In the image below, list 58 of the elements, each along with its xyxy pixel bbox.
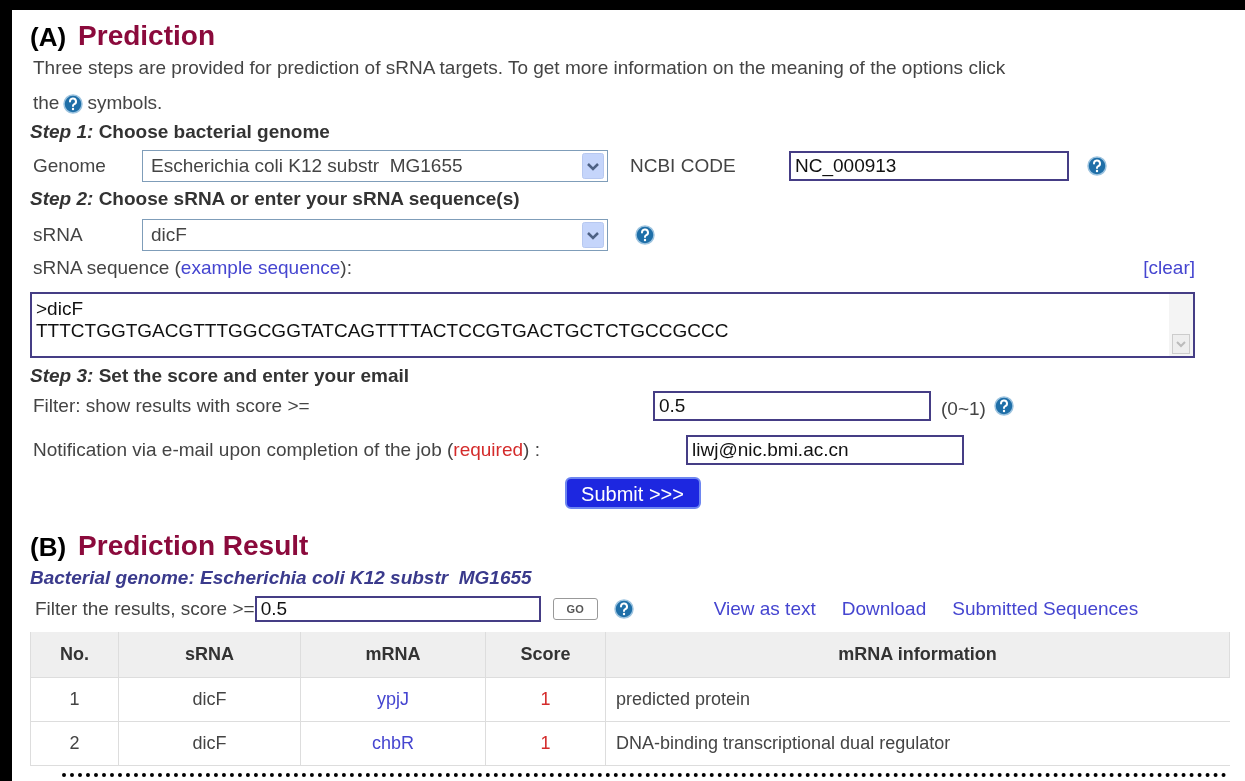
intro-text: Three steps are provided for prediction of sRNA targets. To get more information on the meaning of the options click xyxy=(33,56,1006,81)
column-header: sRNA xyxy=(119,632,301,677)
srna-label: sRNA xyxy=(32,222,84,247)
required-text: required xyxy=(453,437,524,462)
section-title: Prediction xyxy=(78,22,215,50)
ncbi-code-field[interactable]: NC_000913 xyxy=(789,151,1069,181)
help-icon[interactable] xyxy=(635,225,655,245)
help-icon[interactable] xyxy=(1087,156,1107,176)
range-hint: (0~1) xyxy=(941,396,986,421)
email-field[interactable]: liwj@nic.bmi.ac.cn xyxy=(686,435,964,465)
table-cell: 1 xyxy=(486,678,606,721)
intro-text: the xyxy=(33,91,60,116)
intro-text: symbols. xyxy=(87,91,163,116)
table-cell: 1 xyxy=(31,678,119,721)
mrna-link[interactable]: chbR xyxy=(372,730,414,757)
result-link[interactable]: View as text xyxy=(713,594,816,624)
table-cell: dicF xyxy=(119,722,301,765)
genome-label: Genome xyxy=(32,153,107,178)
sequence-label: sRNA sequence ( xyxy=(32,255,181,280)
section-label: (B) xyxy=(30,534,67,560)
mrna-link[interactable]: ypjJ xyxy=(377,686,409,713)
genome-subtitle: Bacterial genome: Escherichia coli K12 substr MG1655 xyxy=(30,566,532,591)
help-icon[interactable] xyxy=(613,599,634,619)
result-link[interactable]: Submitted Sequences xyxy=(952,594,1139,624)
result-link[interactable]: Download xyxy=(841,594,927,624)
table-cell: 2 xyxy=(31,722,119,765)
help-icon[interactable] xyxy=(993,396,1014,416)
example-sequence-link[interactable]: example sequence xyxy=(180,253,341,283)
column-header: mRNA xyxy=(301,632,486,677)
email-label: ) : xyxy=(523,437,541,462)
score-filter-field[interactable]: 0.5 xyxy=(653,391,931,421)
result-filter-field[interactable]: 0.5 xyxy=(254,596,541,622)
step-heading: Step 1: Choose bacterial genome xyxy=(30,120,330,145)
sequence-label: ): xyxy=(340,255,352,280)
column-header: mRNA information xyxy=(606,632,1230,677)
section-label: (A) xyxy=(30,24,67,50)
table-cell: dicF xyxy=(119,678,301,721)
table-cell: 1 xyxy=(486,722,606,765)
step-heading: Step 2: Choose sRNA or enter your sRNA sequence(s) xyxy=(30,187,520,212)
genome-select[interactable]: Escherichia coli K12 substr MG1655 xyxy=(142,150,608,182)
submit-button[interactable]: Submit >>> xyxy=(564,477,701,509)
section-title: Prediction Result xyxy=(78,532,309,560)
column-header: Score xyxy=(486,632,606,677)
sequence-text: TTTCTGGTGACGTTTGGCGGTATCAGTTTTACTCCGTGACTGCTCTGCCGCCC xyxy=(36,320,730,342)
clear-link[interactable]: [clear] xyxy=(1143,253,1195,283)
result-filter-label: Filter the results, score >= xyxy=(34,596,255,621)
sequence-text: >dicF xyxy=(36,298,84,320)
table-cell-text: predicted protein xyxy=(615,688,752,711)
step-heading: Step 3: Set the score and enter your email xyxy=(30,363,410,388)
filter-label: Filter: show results with score >= xyxy=(32,393,311,418)
ncbi-label: NCBI CODE xyxy=(630,153,737,178)
column-header: No. xyxy=(31,632,119,677)
go-button[interactable]: GO xyxy=(552,598,598,620)
sequence-textarea[interactable]: >dicF TTTCTGGTGACGTTTGGCGGTATCAGTTTTACTCCGTGACTGCTCTGCCGCCC xyxy=(30,292,1195,358)
help-icon[interactable] xyxy=(63,93,84,114)
srna-select[interactable]: dicF xyxy=(142,219,608,251)
table-cell-text: DNA-binding transcriptional dual regulator xyxy=(615,732,952,755)
email-label: Notification via e-mail upon completion of the job ( xyxy=(32,437,454,462)
